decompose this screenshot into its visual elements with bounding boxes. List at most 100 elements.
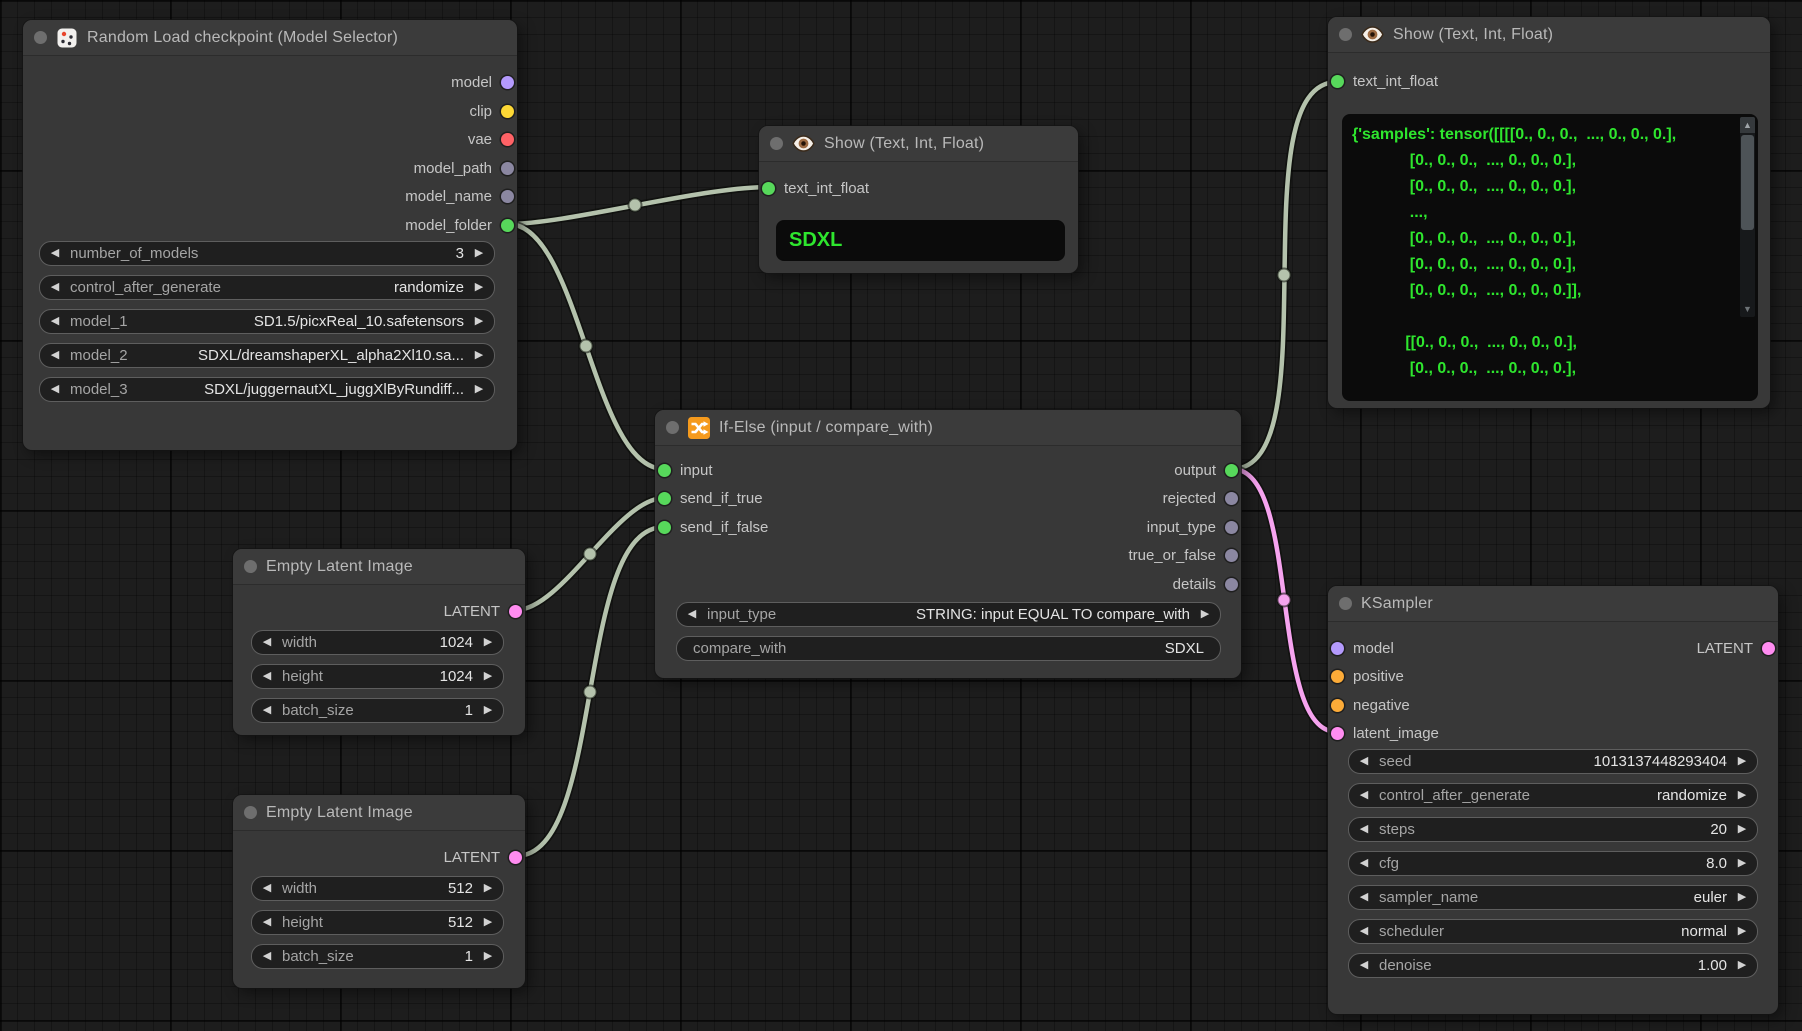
text-display[interactable]: {'samples': tensor([[[[0., 0., 0., ..., … — [1343, 115, 1757, 400]
widget-compare-with[interactable]: compare_with SDXL — [676, 636, 1221, 661]
output-dot-latent[interactable] — [509, 851, 522, 864]
output-dot-vae[interactable] — [501, 133, 514, 146]
widget-width[interactable]: ◀ width 512 ▶ — [251, 876, 504, 901]
input-dot-text-int-float[interactable] — [762, 182, 775, 195]
widget-batch-size[interactable]: ◀ batch_size 1 ▶ — [251, 944, 504, 969]
increment-arrow-icon[interactable]: ▶ — [464, 242, 494, 265]
input-dot-input[interactable] — [658, 464, 671, 477]
decrement-arrow-icon[interactable]: ◀ — [252, 699, 282, 722]
output-dot-details[interactable] — [1225, 578, 1238, 591]
widget-height[interactable]: ◀ height 512 ▶ — [251, 910, 504, 935]
collapse-dot[interactable] — [770, 137, 783, 150]
output-dot-output[interactable] — [1225, 464, 1238, 477]
widget-model-2[interactable]: ◀ model_2 SDXL/dreamshaperXL_alpha2Xl10.… — [39, 343, 495, 368]
output-dot-model-folder[interactable] — [501, 219, 514, 232]
increment-arrow-icon[interactable]: ▶ — [1727, 886, 1757, 909]
node-if-else[interactable]: If-Else (input / compare_with) input sen… — [655, 410, 1241, 678]
increment-arrow-icon[interactable]: ▶ — [1727, 750, 1757, 773]
input-dot-text-int-float[interactable] — [1331, 75, 1344, 88]
collapse-dot[interactable] — [1339, 28, 1352, 41]
widget-control-after-generate[interactable]: ◀ control_after_generate randomize ▶ — [1348, 783, 1758, 808]
link-latent1-to-send-if-true[interactable] — [516, 498, 664, 610]
input-dot-send-if-true[interactable] — [658, 492, 671, 505]
widget-model-1[interactable]: ◀ model_1 SD1.5/picxReal_10.safetensors … — [39, 309, 495, 334]
node-titlebar[interactable]: KSampler — [1328, 586, 1778, 622]
output-dot-model[interactable] — [501, 76, 514, 89]
scroll-down-icon[interactable]: ▼ — [1740, 301, 1755, 317]
output-dot-clip[interactable] — [501, 105, 514, 118]
decrement-arrow-icon[interactable]: ◀ — [1349, 954, 1379, 977]
scrollbar[interactable]: ▲ ▼ — [1740, 117, 1755, 317]
decrement-arrow-icon[interactable]: ◀ — [252, 911, 282, 934]
decrement-arrow-icon[interactable]: ◀ — [252, 631, 282, 654]
link-ifelse-output-to-show[interactable] — [1232, 82, 1337, 469]
increment-arrow-icon[interactable]: ▶ — [473, 945, 503, 968]
decrement-arrow-icon[interactable]: ◀ — [252, 945, 282, 968]
node-empty-latent-image-1[interactable]: Empty Latent Image LATENT ◀ width 1024 ▶… — [233, 549, 525, 735]
output-dot-latent[interactable] — [1762, 642, 1775, 655]
decrement-arrow-icon[interactable]: ◀ — [40, 310, 70, 333]
link-latent2-to-send-if-false[interactable] — [516, 527, 664, 856]
scrollbar-thumb[interactable] — [1741, 135, 1754, 230]
increment-arrow-icon[interactable]: ▶ — [1727, 784, 1757, 807]
widget-input-type[interactable]: ◀ input_type STRING: input EQUAL TO comp… — [676, 602, 1221, 627]
widget-number-of-models[interactable]: ◀ number_of_models 3 ▶ — [39, 241, 495, 266]
decrement-arrow-icon[interactable]: ◀ — [252, 877, 282, 900]
widget-scheduler[interactable]: ◀ scheduler normal ▶ — [1348, 919, 1758, 944]
scroll-up-icon[interactable]: ▲ — [1740, 117, 1755, 133]
output-dot-model-path[interactable] — [501, 162, 514, 175]
node-titlebar[interactable]: Random Load checkpoint (Model Selector) — [23, 20, 517, 56]
link-ifelse-output-to-ksampler-latent[interactable] — [1232, 469, 1337, 732]
node-titlebar[interactable]: Show (Text, Int, Float) — [759, 126, 1078, 162]
widget-seed[interactable]: ◀ seed 1013137448293404 ▶ — [1348, 749, 1758, 774]
output-dot-latent[interactable] — [509, 605, 522, 618]
increment-arrow-icon[interactable]: ▶ — [1727, 920, 1757, 943]
input-dot-negative[interactable] — [1331, 699, 1344, 712]
input-dot-latent-image[interactable] — [1331, 727, 1344, 740]
output-dot-input-type[interactable] — [1225, 521, 1238, 534]
link-model-folder-to-ifelse-input[interactable] — [508, 224, 664, 469]
decrement-arrow-icon[interactable]: ◀ — [1349, 818, 1379, 841]
increment-arrow-icon[interactable]: ▶ — [473, 699, 503, 722]
node-random-load-checkpoint[interactable]: Random Load checkpoint (Model Selector) … — [23, 20, 517, 450]
link-model-folder-to-show[interactable] — [508, 187, 768, 224]
increment-arrow-icon[interactable]: ▶ — [473, 911, 503, 934]
decrement-arrow-icon[interactable]: ◀ — [40, 378, 70, 401]
collapse-dot[interactable] — [666, 421, 679, 434]
widget-control-after-generate[interactable]: ◀ control_after_generate randomize ▶ — [39, 275, 495, 300]
increment-arrow-icon[interactable]: ▶ — [464, 310, 494, 333]
increment-arrow-icon[interactable]: ▶ — [473, 877, 503, 900]
collapse-dot[interactable] — [244, 806, 257, 819]
widget-steps[interactable]: ◀ steps 20 ▶ — [1348, 817, 1758, 842]
node-titlebar[interactable]: Empty Latent Image — [233, 549, 525, 585]
widget-sampler-name[interactable]: ◀ sampler_name euler ▶ — [1348, 885, 1758, 910]
decrement-arrow-icon[interactable]: ◀ — [1349, 784, 1379, 807]
node-empty-latent-image-2[interactable]: Empty Latent Image LATENT ◀ width 512 ▶ … — [233, 795, 525, 988]
output-dot-model-name[interactable] — [501, 190, 514, 203]
increment-arrow-icon[interactable]: ▶ — [1727, 954, 1757, 977]
increment-arrow-icon[interactable]: ▶ — [464, 344, 494, 367]
decrement-arrow-icon[interactable]: ◀ — [252, 665, 282, 688]
widget-cfg[interactable]: ◀ cfg 8.0 ▶ — [1348, 851, 1758, 876]
decrement-arrow-icon[interactable]: ◀ — [677, 603, 707, 626]
decrement-arrow-icon[interactable]: ◀ — [40, 242, 70, 265]
decrement-arrow-icon[interactable]: ◀ — [1349, 750, 1379, 773]
node-titlebar[interactable]: Empty Latent Image — [233, 795, 525, 831]
widget-denoise[interactable]: ◀ denoise 1.00 ▶ — [1348, 953, 1758, 978]
decrement-arrow-icon[interactable]: ◀ — [40, 344, 70, 367]
output-dot-true-or-false[interactable] — [1225, 549, 1238, 562]
increment-arrow-icon[interactable]: ▶ — [473, 665, 503, 688]
decrement-arrow-icon[interactable]: ◀ — [1349, 852, 1379, 875]
node-titlebar[interactable]: If-Else (input / compare_with) — [655, 410, 1241, 446]
widget-height[interactable]: ◀ height 1024 ▶ — [251, 664, 504, 689]
collapse-dot[interactable] — [1339, 597, 1352, 610]
node-ksampler[interactable]: KSampler model positive negative latent_… — [1328, 586, 1778, 1014]
decrement-arrow-icon[interactable]: ◀ — [1349, 920, 1379, 943]
text-display[interactable]: SDXL — [777, 221, 1064, 260]
increment-arrow-icon[interactable]: ▶ — [1727, 818, 1757, 841]
increment-arrow-icon[interactable]: ▶ — [1727, 852, 1757, 875]
input-dot-model[interactable] — [1331, 642, 1344, 655]
node-titlebar[interactable]: Show (Text, Int, Float) — [1328, 17, 1770, 53]
widget-model-3[interactable]: ◀ model_3 SDXL/juggernautXL_juggXlByRund… — [39, 377, 495, 402]
increment-arrow-icon[interactable]: ▶ — [473, 631, 503, 654]
